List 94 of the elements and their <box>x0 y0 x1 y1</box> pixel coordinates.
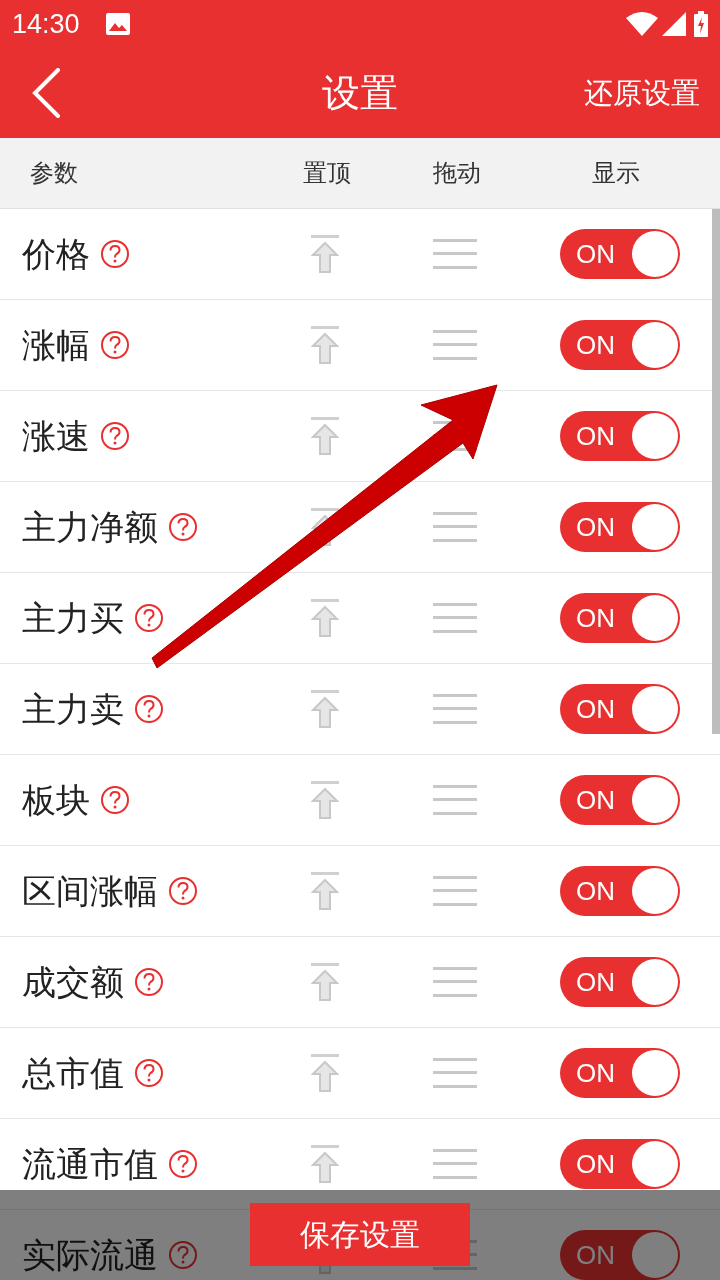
toggle-knob <box>632 959 678 1005</box>
pin-to-top-icon[interactable] <box>311 963 339 1001</box>
toggle-label: ON <box>576 601 615 635</box>
pin-to-top-icon[interactable] <box>311 326 339 364</box>
toggle-switch[interactable]: ON <box>560 1230 680 1280</box>
toggle-knob <box>632 413 678 459</box>
toggle-switch[interactable]: ON <box>560 775 680 825</box>
toggle-switch[interactable]: ON <box>560 229 680 279</box>
column-header: 拖动 <box>432 158 482 189</box>
help-icon[interactable] <box>168 512 198 542</box>
parameter-name: 流通市值 <box>22 1142 158 1186</box>
signal-icon <box>662 12 686 36</box>
help-icon[interactable] <box>168 1240 198 1270</box>
toggle-knob <box>632 777 678 823</box>
toggle-label: ON <box>576 1147 615 1181</box>
parameter-name: 主力卖 <box>22 687 124 731</box>
help-icon[interactable] <box>100 239 130 269</box>
pin-to-top-icon[interactable] <box>311 872 339 910</box>
toggle-switch[interactable]: ON <box>560 593 680 643</box>
help-icon[interactable] <box>134 603 164 633</box>
drag-handle-icon[interactable] <box>433 785 477 815</box>
help-icon[interactable] <box>134 694 164 724</box>
toggle-knob <box>632 504 678 550</box>
pin-to-top-icon[interactable] <box>311 781 339 819</box>
parameter-name: 涨幅 <box>22 323 90 367</box>
toggle-switch[interactable]: ON <box>560 866 680 916</box>
drag-handle-icon[interactable] <box>433 1058 477 1088</box>
drag-handle-icon[interactable] <box>433 512 477 542</box>
toggle-label: ON <box>576 965 615 999</box>
toggle-label: ON <box>576 237 615 271</box>
pin-to-top-icon[interactable] <box>311 599 339 637</box>
toggle-knob <box>632 1232 678 1278</box>
drag-handle-icon[interactable] <box>433 876 477 906</box>
scrollbar[interactable] <box>712 209 720 734</box>
toggle-knob <box>632 595 678 641</box>
toggle-knob <box>632 868 678 914</box>
column-header: 置顶 <box>302 158 352 189</box>
toggle-switch[interactable]: ON <box>560 502 680 552</box>
parameter-name: 成交额 <box>22 960 124 1004</box>
help-icon[interactable] <box>134 967 164 997</box>
drag-handle-icon[interactable] <box>433 603 477 633</box>
toggle-switch[interactable]: ON <box>560 957 680 1007</box>
toggle-knob <box>632 1050 678 1096</box>
parameter-name: 主力净额 <box>22 505 158 549</box>
pin-to-top-icon[interactable] <box>311 1145 339 1183</box>
help-icon[interactable] <box>100 785 130 815</box>
pin-to-top-icon[interactable] <box>311 417 339 455</box>
restore-settings-button[interactable]: 还原设置 <box>584 72 700 116</box>
page-title: 设置 <box>322 69 398 117</box>
parameter-name: 主力买 <box>22 596 124 640</box>
pin-to-top-icon[interactable] <box>311 235 339 273</box>
help-icon[interactable] <box>100 330 130 360</box>
toggle-knob <box>632 231 678 277</box>
toggle-switch[interactable]: ON <box>560 684 680 734</box>
image-notification-icon <box>105 13 130 35</box>
parameter-name: 价格 <box>22 232 90 276</box>
toggle-switch[interactable]: ON <box>560 1139 680 1189</box>
drag-handle-icon[interactable] <box>433 967 477 997</box>
pin-to-top-icon[interactable] <box>311 690 339 728</box>
drag-handle-icon[interactable] <box>433 330 477 360</box>
toggle-label: ON <box>576 510 615 544</box>
help-icon[interactable] <box>134 1058 164 1088</box>
drag-handle-icon[interactable] <box>433 1149 477 1179</box>
toggle-label: ON <box>576 1238 615 1272</box>
back-chevron-icon <box>31 68 61 118</box>
help-icon[interactable] <box>168 1149 198 1179</box>
column-header: 参数 <box>30 158 79 189</box>
drag-handle-icon[interactable] <box>433 239 477 269</box>
parameter-name: 板块 <box>22 778 90 822</box>
help-icon[interactable] <box>100 421 130 451</box>
toggle-knob <box>632 322 678 368</box>
help-icon[interactable] <box>168 876 198 906</box>
parameter-name: 涨速 <box>22 414 90 458</box>
toggle-label: ON <box>576 692 615 726</box>
toggle-label: ON <box>576 1056 615 1090</box>
parameter-name: 区间涨幅 <box>22 869 158 913</box>
parameter-name: 实际流通 <box>22 1233 158 1277</box>
toggle-switch[interactable]: ON <box>560 1048 680 1098</box>
pin-to-top-icon[interactable] <box>311 1054 339 1092</box>
save-settings-button[interactable]: 保存设置 <box>250 1203 470 1266</box>
toggle-label: ON <box>576 328 615 362</box>
toggle-knob <box>632 686 678 732</box>
toggle-switch[interactable]: ON <box>560 320 680 370</box>
toggle-label: ON <box>576 783 615 817</box>
toggle-knob <box>632 1141 678 1187</box>
battery-charging-icon <box>694 11 708 37</box>
toggle-label: ON <box>576 419 615 453</box>
toggle-label: ON <box>576 874 615 908</box>
toggle-switch[interactable]: ON <box>560 411 680 461</box>
drag-handle-icon[interactable] <box>433 694 477 724</box>
column-header: 显示 <box>591 158 641 189</box>
status-time: 14:30 <box>12 7 80 41</box>
parameter-name: 总市值 <box>22 1051 124 1095</box>
wifi-icon <box>626 12 658 36</box>
